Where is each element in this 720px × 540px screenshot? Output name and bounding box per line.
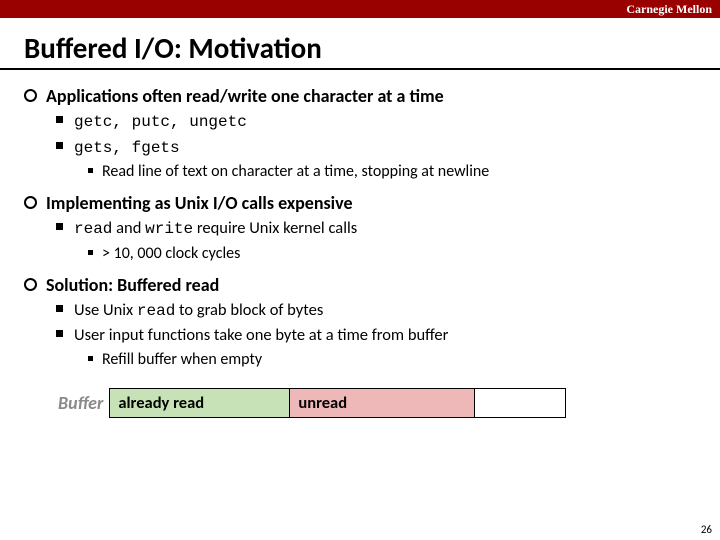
bullet-readline: Read line of text on character at a time… <box>88 161 696 183</box>
buffer-label: Buffer <box>58 388 109 418</box>
text-onebyte: User input functions take one byte at a … <box>74 325 448 345</box>
buffer-seg-unread: unread <box>290 389 475 417</box>
bullet-solution: Solution: Buffered read Use Unix read to… <box>24 273 696 371</box>
bullet-solution-head: Solution: Buffered read <box>46 274 219 296</box>
buffer-seg-empty <box>475 389 565 417</box>
bullet-apps: Applications often read/write one charac… <box>24 84 696 183</box>
code-gets: gets, fgets <box>74 139 180 157</box>
code-read2: read <box>137 302 175 320</box>
brand-bar: Carnegie Mellon <box>0 0 720 18</box>
text-grab: to grab block of bytes <box>175 300 323 320</box>
bullet-gets: gets, fgets Read line of text on charact… <box>56 136 696 183</box>
page-number: 26 <box>701 523 712 536</box>
text-useunix: Use Unix <box>74 300 137 320</box>
buffer-seg-read: already read <box>110 389 290 417</box>
bullet-readwrite: read and write require Unix kernel calls… <box>56 217 696 264</box>
buffer-diagram: Buffer already read unread <box>58 388 696 418</box>
code-getc: getc, putc, ungetc <box>74 113 247 131</box>
bullet-refill: Refill buffer when empty <box>88 349 696 371</box>
bullet-expensive: Implementing as Unix I/O calls expensive… <box>24 191 696 264</box>
text-require: require Unix kernel calls <box>193 218 357 238</box>
text-and: and <box>112 218 145 238</box>
slide-content: Applications often read/write one charac… <box>0 84 720 418</box>
bullet-expensive-head: Implementing as Unix I/O calls expensive <box>46 192 353 214</box>
bullet-apps-head: Applications often read/write one charac… <box>46 85 444 107</box>
bullet-grab-block: Use Unix read to grab block of bytes <box>56 299 696 323</box>
bullet-onebyte: User input functions take one byte at a … <box>56 324 696 370</box>
buffer-box: already read unread <box>109 388 566 418</box>
slide-title: Buffered I/O: Motivation <box>24 30 720 66</box>
bullet-getc: getc, putc, ungetc <box>56 110 696 134</box>
code-write: write <box>145 220 193 238</box>
code-read: read <box>74 220 112 238</box>
brand-text: Carnegie Mellon <box>626 2 712 16</box>
bullet-cycles: > 10, 000 clock cycles <box>88 243 696 265</box>
title-rule <box>0 68 720 70</box>
